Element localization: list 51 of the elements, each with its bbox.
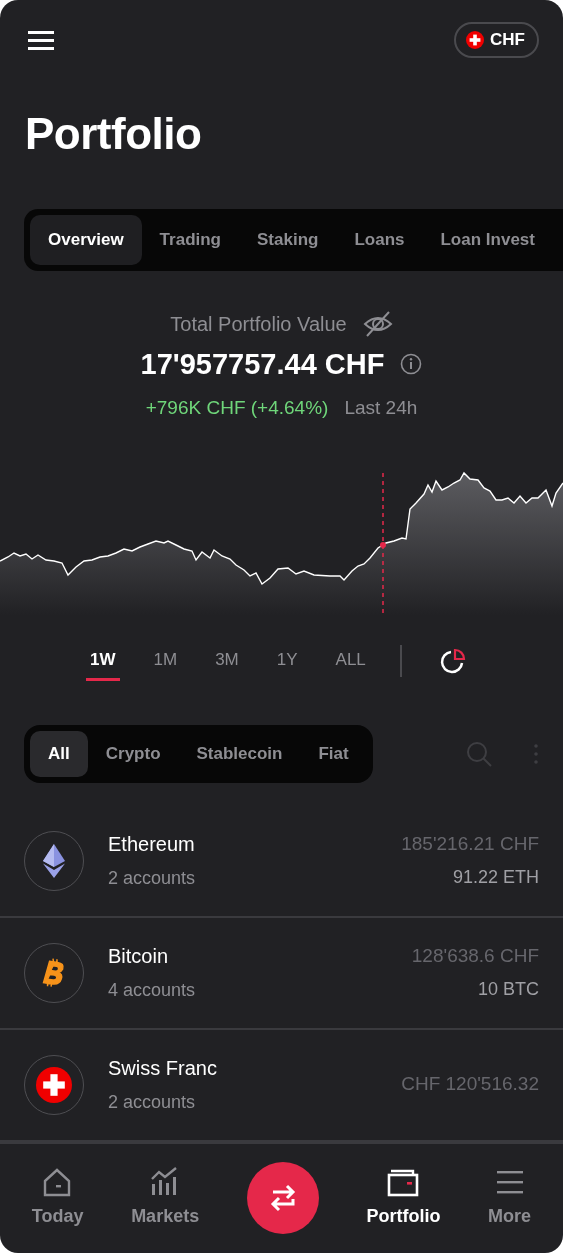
account-count: 2 accounts (108, 1091, 197, 1115)
menu-icon (28, 30, 54, 50)
bitcoin-icon (41, 957, 67, 988)
range-tab[interactable]: 3M (211, 640, 243, 682)
asset-name: Bitcoin (108, 944, 170, 970)
range-tab[interactable]: 1Y (272, 640, 302, 682)
filter-tab[interactable]: Fiat (300, 731, 367, 777)
page-title: Portfolio (25, 108, 203, 161)
search-icon (465, 739, 493, 768)
currency-button[interactable]: CHF (454, 22, 539, 58)
asset-name: Swiss Franc (108, 1056, 217, 1082)
tab[interactable]: Trading (141, 215, 239, 265)
tab[interactable]: Loan Invest (422, 215, 535, 265)
change-period: Last 24h (344, 396, 418, 421)
range-tab[interactable]: ALL (331, 640, 370, 682)
tab[interactable]: Staking (239, 215, 337, 265)
asset-row[interactable]: Swiss Franc 2 accounts CHF 120'516.32 (0, 1029, 563, 1142)
asset-value: 185'216.21 CHF (401, 831, 539, 856)
more-icon (533, 742, 539, 765)
asset-row[interactable]: Ethereum 2 accounts 185'216.21 CHF 91.22 ETH (0, 805, 563, 918)
nav-tab[interactable]: Markets (131, 1166, 200, 1230)
eye-slash-icon (362, 310, 393, 337)
value-change: +796K CHF (+4.64%) (145, 396, 329, 421)
account-count: 2 accounts (108, 867, 196, 891)
hide-balance-button[interactable] (362, 310, 393, 337)
filter-tab[interactable]: Crypto (87, 731, 179, 777)
swiss-flag-icon (466, 30, 485, 49)
tab[interactable]: Loans (336, 215, 423, 265)
summary-label: Total Portfolio Value (170, 311, 347, 337)
asset-value: CHF 120'516.32 (401, 1072, 539, 1097)
filter-tab[interactable]: Stablecoin (178, 731, 301, 777)
filter-tab[interactable]: All (30, 731, 88, 777)
ethereum-icon (41, 843, 67, 878)
allocation-button[interactable] (439, 647, 466, 674)
pie-chart-icon (439, 647, 466, 674)
portfolio-value: 17'957757.44 CHF (140, 346, 385, 382)
range-tab[interactable]: 1W (86, 640, 120, 682)
asset-name: Ethereum (108, 832, 196, 858)
nav-tab[interactable]: Portfolio (366, 1166, 441, 1230)
swiss-flag-icon (36, 1066, 72, 1103)
asset-value: 128'638.6 CHF (411, 943, 539, 968)
asset-amount: 10 BTC (477, 978, 539, 1002)
range-tab[interactable]: 1M (149, 640, 182, 682)
asset-amount: 91.22 ETH (452, 866, 539, 890)
info-icon[interactable] (400, 353, 423, 376)
account-count: 4 accounts (108, 979, 196, 1003)
nav-tab[interactable]: Today (31, 1166, 84, 1230)
nav-tab[interactable]: More (488, 1166, 532, 1230)
asset-row[interactable]: Bitcoin 4 accounts 128'638.6 CHF 10 BTC (0, 917, 563, 1030)
tab[interactable]: Overview (30, 215, 142, 265)
menu-button[interactable] (28, 30, 54, 50)
